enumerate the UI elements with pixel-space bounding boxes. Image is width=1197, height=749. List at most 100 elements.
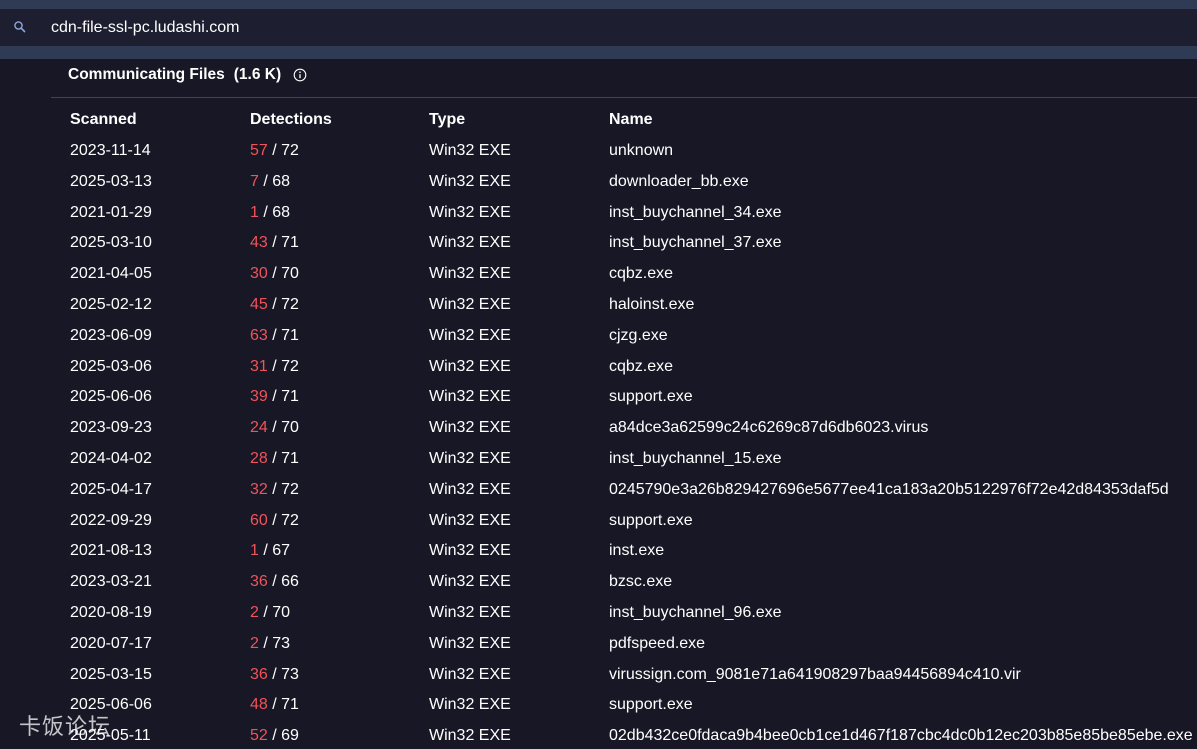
detections-positive: 57 xyxy=(250,142,268,159)
file-name-link[interactable]: haloinst.exe xyxy=(609,293,694,317)
scanned-date: 2025-03-15 xyxy=(70,665,152,683)
detections: 1 / 67 xyxy=(250,539,290,563)
detections-total: / 72 xyxy=(267,357,299,375)
file-name-link[interactable]: inst_buychannel_37.exe xyxy=(609,231,782,255)
search-input[interactable]: cdn-file-ssl-pc.ludashi.com xyxy=(51,9,240,46)
file-name-link[interactable]: unknown xyxy=(609,139,673,163)
scanned-date: 2025-05-11 xyxy=(70,727,151,745)
detections-positive: 52 xyxy=(250,727,268,745)
detections: 36 / 73 xyxy=(250,663,299,687)
table-row[interactable]: 2021-01-29 1 / 68 Win32 EXE inst_buychannel… xyxy=(0,201,1197,225)
file-type: Win32 EXE xyxy=(429,665,511,683)
scanned-date: 2025-03-06 xyxy=(70,357,152,375)
file-name-link[interactable]: cqbz.exe xyxy=(609,355,673,379)
table-row[interactable]: 2021-04-05 30 / 70 Win32 EXE cqbz.exe xyxy=(0,262,1197,286)
detections-positive: 30 xyxy=(250,265,268,283)
detections-positive: 2 xyxy=(250,634,259,652)
table-row[interactable]: 2025-02-12 45 / 72 Win32 EXE haloinst.exe xyxy=(0,293,1197,317)
scanned-date: 2021-04-05 xyxy=(70,265,152,283)
file-type: Win32 EXE xyxy=(429,542,511,560)
detections: 57 / 72 xyxy=(250,139,299,163)
table-row[interactable]: 2025-06-06 48 / 71 Win32 EXE support.exe xyxy=(0,693,1197,717)
file-name-link[interactable]: bzsc.exe xyxy=(609,570,672,594)
file-name-link[interactable]: inst_buychannel_34.exe xyxy=(609,201,782,225)
detections-positive: 32 xyxy=(250,480,268,498)
file-name-link[interactable]: inst_buychannel_96.exe xyxy=(609,601,782,625)
file-type: Win32 EXE xyxy=(429,511,511,529)
section-count: (1.6 K) xyxy=(233,66,282,83)
detections-total: / 72 xyxy=(267,296,299,313)
table-row[interactable]: 2025-06-06 39 / 71 Win32 EXE support.exe xyxy=(0,385,1197,409)
table-row[interactable]: 2025-03-06 31 / 72 Win32 EXE cqbz.exe xyxy=(0,355,1197,379)
table-row[interactable]: 2023-09-23 24 / 70 Win32 EXE a84dce3a62599c… xyxy=(0,416,1197,440)
file-name-link[interactable]: downloader_bb.exe xyxy=(609,170,749,194)
file-name-link[interactable]: a84dce3a62599c24c6269c87d6db6023.virus xyxy=(609,416,928,440)
info-icon[interactable] xyxy=(293,68,307,82)
table-row[interactable]: 2025-03-15 36 / 73 Win32 EXE virussign.com_… xyxy=(0,663,1197,687)
detections: 7 / 68 xyxy=(250,170,290,194)
detections: 63 / 71 xyxy=(250,324,299,348)
file-type: Win32 EXE xyxy=(429,172,511,190)
file-name-link[interactable]: 02db432ce0fdaca9b4bee0cb1ce1d467f187cbc4… xyxy=(609,724,1193,748)
scanned-date: 2025-06-06 xyxy=(70,388,152,406)
detections-total: / 67 xyxy=(258,542,291,560)
table-row[interactable]: 2023-03-21 36 / 66 Win32 EXE bzsc.exe xyxy=(0,570,1197,594)
table-row[interactable]: 2025-03-10 43 / 71 Win32 EXE inst_buychanne… xyxy=(0,231,1197,255)
detections-positive: 7 xyxy=(250,172,259,190)
file-name-link[interactable]: inst.exe xyxy=(609,539,664,563)
table-row[interactable]: 2023-11-14 57 / 72 Win32 EXE unknown xyxy=(0,139,1197,163)
table-row[interactable]: 2025-05-11 52 / 69 Win32 EXE 02db432ce0fdac… xyxy=(0,724,1197,748)
header-band xyxy=(0,46,1197,59)
table-row[interactable]: 2020-08-19 2 / 70 Win32 EXE inst_buychannel… xyxy=(0,601,1197,625)
file-name-link[interactable]: cjzg.exe xyxy=(609,324,668,348)
detections: 43 / 71 xyxy=(250,231,299,255)
scanned-date: 2023-03-21 xyxy=(70,573,152,591)
scanned-date: 2025-06-06 xyxy=(70,696,152,714)
column-header-name[interactable]: Name xyxy=(609,108,653,132)
file-type: Win32 EXE xyxy=(429,326,511,344)
scanned-date: 2023-06-09 xyxy=(70,326,152,344)
file-name-link[interactable]: inst_buychannel_15.exe xyxy=(609,447,782,471)
column-header-scanned[interactable]: Scanned xyxy=(70,108,137,132)
detections-positive: 48 xyxy=(250,696,268,714)
file-name-link[interactable]: 0245790e3a26b829427696e5677ee41ca183a20b… xyxy=(609,478,1169,502)
detections: 24 / 70 xyxy=(250,416,299,440)
table-row[interactable]: 2024-04-02 28 / 71 Win32 EXE inst_buychanne… xyxy=(0,447,1197,471)
detections: 2 / 73 xyxy=(250,632,290,656)
file-name-link[interactable]: support.exe xyxy=(609,385,693,409)
file-name-link[interactable]: cqbz.exe xyxy=(609,262,673,286)
file-name-link[interactable]: support.exe xyxy=(609,693,693,717)
detections: 28 / 71 xyxy=(250,447,299,471)
detections: 45 / 72 xyxy=(250,293,299,317)
file-name-link[interactable]: support.exe xyxy=(609,509,693,533)
detections-positive: 1 xyxy=(250,542,259,560)
scanned-date: 2020-08-19 xyxy=(70,604,152,621)
detections: 39 / 71 xyxy=(250,385,299,409)
table-row[interactable]: 2022-09-29 60 / 72 Win32 EXE support.exe xyxy=(0,509,1197,533)
scanned-date: 2021-08-13 xyxy=(70,542,152,560)
column-header-detections[interactable]: Detections xyxy=(250,108,332,132)
file-type: Win32 EXE xyxy=(429,203,511,221)
search-icon[interactable] xyxy=(12,19,28,35)
file-name-link[interactable]: virussign.com_9081e71a641908297baa944568… xyxy=(609,663,1021,687)
scanned-date: 2025-04-17 xyxy=(70,480,152,498)
table-row[interactable]: 2025-04-17 32 / 72 Win32 EXE 0245790e3a26b8… xyxy=(0,478,1197,502)
file-type: Win32 EXE xyxy=(429,419,511,437)
table-row[interactable]: 2021-08-13 1 / 67 Win32 EXE inst.exe xyxy=(0,539,1197,563)
detections: 2 / 70 xyxy=(250,601,290,625)
file-name-link[interactable]: pdfspeed.exe xyxy=(609,632,705,656)
table-row[interactable]: 2020-07-17 2 / 73 Win32 EXE pdfspeed.exe xyxy=(0,632,1197,656)
section-divider xyxy=(51,97,1197,98)
file-type: Win32 EXE xyxy=(429,388,511,406)
table-row[interactable]: 2023-06-09 63 / 71 Win32 EXE cjzg.exe xyxy=(0,324,1197,348)
scanned-date: 2020-07-17 xyxy=(70,634,152,652)
detections-total: / 69 xyxy=(267,727,299,745)
detections: 1 / 68 xyxy=(250,201,290,225)
column-header-type[interactable]: Type xyxy=(429,108,465,132)
table-row[interactable]: 2025-03-13 7 / 68 Win32 EXE downloader_bb.e… xyxy=(0,170,1197,194)
detections-positive: 43 xyxy=(250,234,268,252)
search-bar[interactable]: cdn-file-ssl-pc.ludashi.com xyxy=(0,9,1197,46)
detections-total: / 66 xyxy=(267,573,299,591)
detections-positive: 36 xyxy=(250,665,268,683)
detections-total: / 71 xyxy=(267,696,299,714)
